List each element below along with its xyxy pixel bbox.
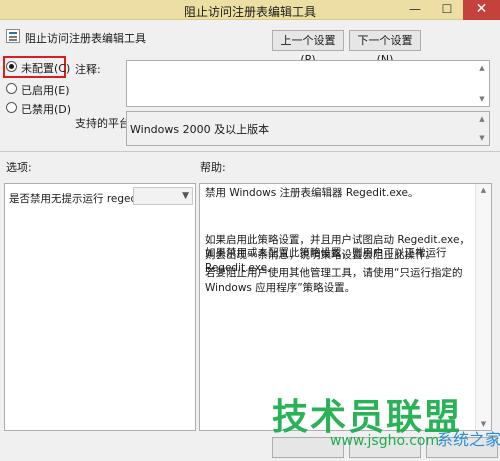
policy-setting-icon <box>6 29 20 43</box>
option-silent-regedit-select[interactable]: ▼ <box>133 187 193 205</box>
section-divider <box>0 151 500 152</box>
scroll-up-icon[interactable]: ▲ <box>476 113 488 125</box>
help-scrollbar[interactable]: ▲ ▼ <box>475 184 491 430</box>
radio-dot[interactable] <box>6 61 17 72</box>
option-silent-regedit-label: 是否禁用无提示运行 regedit? <box>9 193 150 205</box>
radio-label: 未配置(C) <box>21 62 71 75</box>
title-bar: 阻止访问注册表编辑工具 — ☐ ✕ <box>0 0 500 20</box>
scroll-down-icon[interactable]: ▼ <box>476 132 488 144</box>
platform-label: 支持的平台: <box>75 117 134 130</box>
setting-name: 阻止访问注册表编辑工具 <box>25 32 146 45</box>
close-button[interactable]: ✕ <box>463 0 500 20</box>
scroll-down-icon[interactable]: ▼ <box>476 93 488 105</box>
radio-dot[interactable] <box>6 102 17 113</box>
radio-dot[interactable] <box>6 83 17 94</box>
scroll-up-icon[interactable]: ▲ <box>476 62 488 74</box>
options-panel: 是否禁用无提示运行 regedit? ▼ <box>4 183 196 431</box>
comment-label: 注释: <box>75 63 101 76</box>
minimize-button[interactable]: — <box>400 0 430 20</box>
platform-value: Windows 2000 及以上版本 <box>130 123 270 136</box>
help-paragraph: 禁用 Windows 注册表编辑器 Regedit.exe。 <box>205 187 419 199</box>
help-paragraph: 若要阻止用户使用其他管理工具，请使用“只运行指定的 Windows 应用程序”策… <box>205 267 463 294</box>
watermark-url: www.jsgho.com <box>330 433 440 449</box>
scroll-up-icon[interactable]: ▲ <box>476 186 491 194</box>
options-label: 选项: <box>6 161 32 174</box>
watermark-extra: 系统之家 <box>437 430 500 449</box>
maximize-button[interactable]: ☐ <box>432 0 462 20</box>
next-setting-button[interactable]: 下一个设置(N) <box>349 30 421 66</box>
comment-textarea[interactable]: ▲ ▼ <box>126 60 490 107</box>
platform-field: Windows 2000 及以上版本 ▲ ▼ <box>126 111 490 146</box>
radio-label: 已启用(E) <box>21 84 70 97</box>
help-label: 帮助: <box>200 161 226 174</box>
radio-label: 已禁用(D) <box>21 103 72 116</box>
previous-setting-button[interactable]: 上一个设置(P) <box>272 30 344 66</box>
chevron-down-icon: ▼ <box>182 191 189 201</box>
